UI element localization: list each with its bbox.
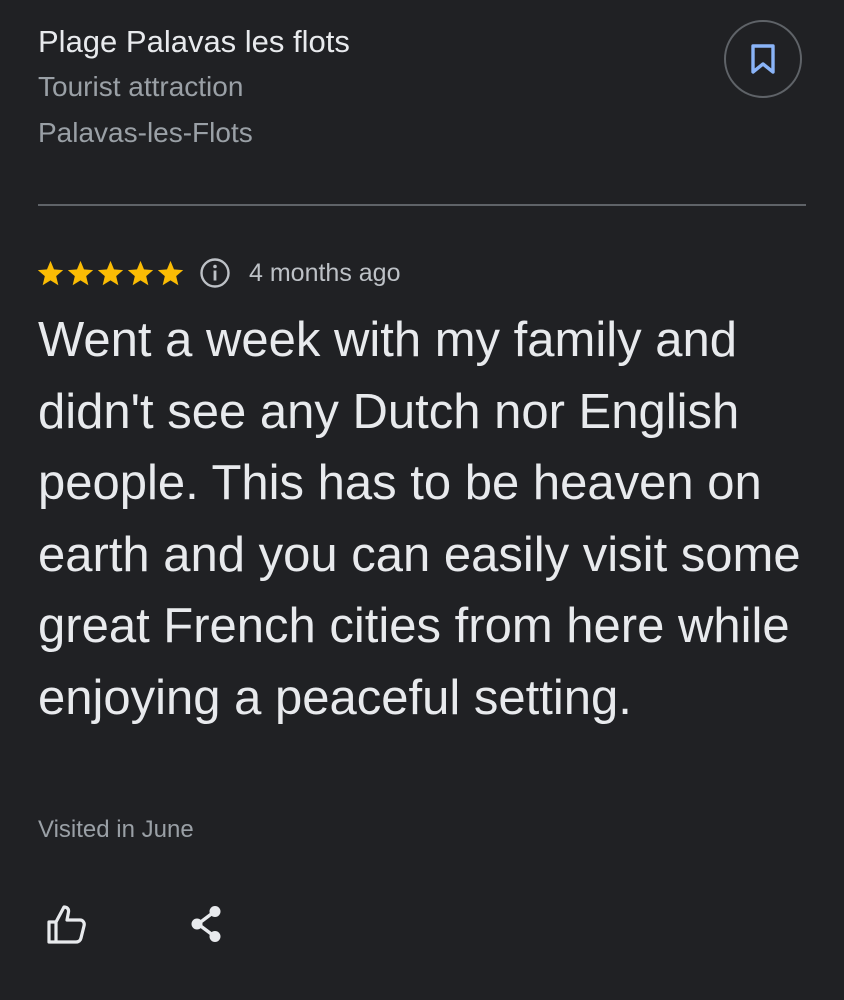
star-icon bbox=[97, 260, 124, 285]
place-name: Plage Palavas les flots bbox=[38, 24, 350, 59]
divider bbox=[38, 204, 806, 206]
review-date: 4 months ago bbox=[249, 258, 401, 287]
like-button[interactable] bbox=[42, 900, 90, 948]
bookmark-icon bbox=[751, 44, 775, 74]
save-button[interactable] bbox=[724, 20, 802, 98]
thumb-up-icon bbox=[47, 905, 86, 944]
star-icon bbox=[37, 260, 64, 285]
review-text: Went a week with my family and didn't se… bbox=[38, 313, 801, 725]
info-icon[interactable] bbox=[199, 257, 231, 289]
place-header: Plage Palavas les flots Tourist attracti… bbox=[38, 20, 698, 156]
star-icon bbox=[127, 260, 154, 285]
star-rating bbox=[36, 259, 185, 288]
place-category: Tourist attraction bbox=[38, 71, 244, 102]
star-icon bbox=[67, 260, 94, 285]
visited-date: Visited in June bbox=[38, 816, 194, 843]
share-button[interactable] bbox=[182, 900, 230, 948]
review-meta: 4 months ago bbox=[36, 252, 401, 294]
star-icon bbox=[157, 260, 184, 285]
place-locality: Palavas-les-Flots bbox=[38, 117, 253, 148]
share-icon bbox=[191, 906, 221, 942]
